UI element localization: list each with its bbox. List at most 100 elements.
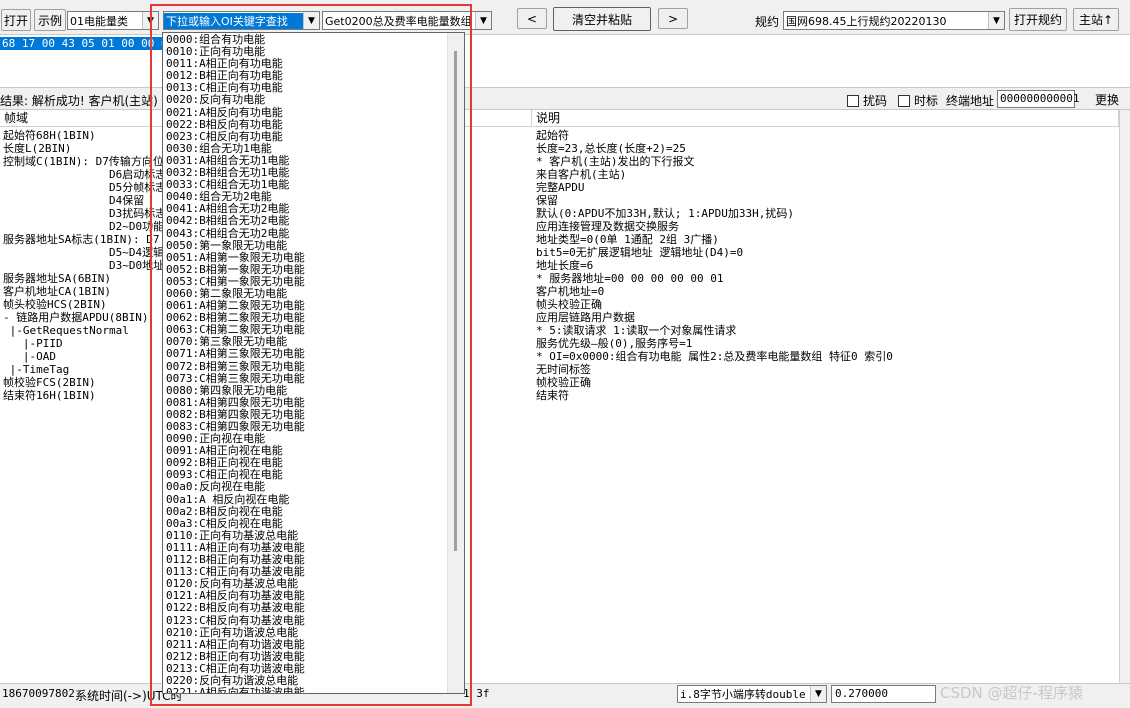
description-row[interactable]: 帧校验正确 <box>536 376 1116 389</box>
description-row[interactable]: 应用连接管理及数据交换服务 <box>536 220 1116 233</box>
description-row[interactable]: 长度=23,总长度(长度+2)=25 <box>536 142 1116 155</box>
protocol-select[interactable]: 国网698.45上行规约20220130 ▼ <box>783 11 1005 30</box>
frame-field-row[interactable]: 起始符68H(1BIN) <box>3 129 153 142</box>
description-row[interactable]: 地址长度=6 <box>536 259 1116 272</box>
description-row[interactable]: * 5:读取请求 1:读取一个对象属性请求 <box>536 324 1116 337</box>
description-row[interactable]: 帧头校验正确 <box>536 298 1116 311</box>
description-row[interactable]: * 服务器地址=00 00 00 00 00 01 <box>536 272 1116 285</box>
frame-field-row[interactable]: 服务器地址SA标志(1BIN): D7 <box>3 233 159 246</box>
description-row[interactable]: 客户机地址=0 <box>536 285 1116 298</box>
description-row[interactable]: 服务优先级—般(0),服务序号=1 <box>536 337 1116 350</box>
example-button[interactable]: 示例 <box>34 9 66 31</box>
chevron-down-icon: ▼ <box>988 12 1004 29</box>
description-row[interactable]: 来自客户机(主站) <box>536 168 1116 181</box>
dropdown-item[interactable]: 0210:正向有功谐波总电能 <box>163 626 445 639</box>
frame-field-row[interactable]: D5分帧标志位 <box>3 181 177 194</box>
protocol-select-value: 国网698.45上行规约20220130 <box>786 14 947 28</box>
frame-field-row[interactable]: D6启动标志位 <box>3 168 177 181</box>
frame-field-row[interactable]: 结束符16H(1BIN) <box>3 389 153 402</box>
dropdown-item[interactable]: 0073:C相第三象限无功电能 <box>163 372 445 385</box>
description-row[interactable]: bit5=0无扩展逻辑地址 逻辑地址(D4)=0 <box>536 246 1116 259</box>
dropdown-items: 0000:组合有功电能 0010:正向有功电能 0011:A相正向有功电能 0012:… <box>163 33 445 693</box>
dropdown-item[interactable]: 0051:A相第一象限无功电能 <box>163 251 445 264</box>
dropdown-item[interactable]: 0122:B相反向有功基波电能 <box>163 602 445 614</box>
chevron-down-icon: ▼ <box>142 12 158 29</box>
description-row[interactable]: 结束符 <box>536 389 1116 402</box>
checkbox-icon <box>898 95 910 107</box>
dropdown-item[interactable]: 0050:第一象限无功电能 <box>163 239 445 252</box>
frame-field-row[interactable]: D3~D0地址长 <box>3 259 175 272</box>
description-row[interactable]: 无时间标签 <box>536 363 1116 376</box>
disturb-checkbox[interactable]: 扰码 <box>847 92 887 109</box>
dropdown-item[interactable]: 00a1:A 相反向视在电能 <box>163 493 445 506</box>
dropdown-item[interactable]: 0071:A相第三象限无功电能 <box>163 348 445 360</box>
get-service-select[interactable]: Get0200总及费率电能量数组 ▼ <box>322 11 492 30</box>
terminal-address-input[interactable]: 000000000001 <box>997 90 1079 108</box>
frame-field-row[interactable]: D3扰码标志位 <box>3 207 177 220</box>
get-service-select-value: Get0200总及费率电能量数组 <box>325 14 472 28</box>
status-phone: 18670097802 <box>2 687 75 700</box>
parse-result: 结果: 解析成功! 客户机(主站) <box>0 94 158 108</box>
frame-field-row[interactable]: 服务器地址SA(6BIN) <box>3 272 153 285</box>
frame-field-row[interactable]: D2~D0功能码 <box>3 220 175 233</box>
open-protocol-button[interactable]: 打开规约 <box>1009 8 1067 31</box>
frame-field-row[interactable]: |-OAD <box>3 350 153 363</box>
dropdown-item[interactable]: 0072:B相第三象限无功电能 <box>163 360 445 373</box>
description-row[interactable]: 保留 <box>536 194 1116 207</box>
example-select-value: 01电能量类 <box>70 14 128 28</box>
dropdown-scrollbar[interactable] <box>447 33 464 693</box>
table-scrollbar[interactable] <box>1119 110 1130 684</box>
frame-field-row[interactable]: |-GetRequestNormal <box>3 324 153 337</box>
description-row[interactable]: 地址类型=0(0单 1通配 2组 3广播) <box>536 233 1116 246</box>
frame-field-row[interactable]: 客户机地址CA(1BIN) <box>3 285 153 298</box>
protocol-label: 规约 <box>755 15 780 29</box>
frame-field-row[interactable]: - 链路用户数据APDU(8BIN) <box>3 311 153 324</box>
dropdown-item[interactable]: 0123:C相反向有功基波电能 <box>163 614 445 627</box>
description-row[interactable]: * OI=0x0000:组合有功电能 属性2:总及费率电能量数组 特征0 索引0 <box>536 350 1116 363</box>
convert-select[interactable]: i.8字节小端序转double ▼ <box>677 685 827 703</box>
description-row[interactable]: 默认(0:APDU不加33H,默认; 1:APDU加33H,扰码) <box>536 207 1116 220</box>
clear-and-paste-button[interactable]: 清空并粘贴 <box>553 7 651 31</box>
frame-field-row[interactable]: D5~D4逻辑地 <box>3 246 175 259</box>
keyword-dropdown-list[interactable]: 0000:组合有功电能 0010:正向有功电能 0011:A相正向有功电能 0012:… <box>162 32 465 694</box>
prev-button[interactable]: < <box>517 8 547 29</box>
chevron-down-icon: ▼ <box>810 686 826 702</box>
example-select[interactable]: 01电能量类 ▼ <box>67 11 159 30</box>
timestamp-label: 时标 <box>914 94 939 108</box>
description-row[interactable]: * 客户机(主站)发出的下行报文 <box>536 155 1116 168</box>
frame-field-row[interactable]: |-PIID <box>3 337 153 350</box>
frame-field-row[interactable]: |-TimeTag <box>3 363 153 376</box>
hex-input-value[interactable]: 68 17 00 43 05 01 00 00 00 <box>0 37 177 50</box>
dropdown-item[interactable]: 0221:A相反向有功谐波电能 <box>163 687 445 693</box>
timestamp-checkbox[interactable]: 时标 <box>898 92 938 109</box>
keyword-select[interactable]: 下拉或输入OI关键字查找 ▼ <box>163 11 320 30</box>
description-row[interactable]: 起始符 <box>536 129 1116 142</box>
dropdown-item[interactable]: 0080:第四象限无功电能 <box>163 384 445 397</box>
dropdown-item[interactable]: 00a0:反向视在电能 <box>163 481 445 493</box>
replace-button[interactable]: 更换 <box>1085 89 1129 109</box>
convert-value-input[interactable]: 0.270000 <box>831 685 936 703</box>
frame-field-row[interactable]: 帧头校验HCS(2BIN) <box>3 298 153 311</box>
status-hex-tail: 1 3f <box>463 687 490 700</box>
dropdown-item[interactable]: 0042:B相组合无功2电能 <box>163 215 445 227</box>
frame-field-row[interactable]: 控制域C(1BIN): D7传输方向位 <box>3 155 164 168</box>
description-list: 起始符 长度=23,总长度(长度+2)=25 * 客户机(主站)发出的下行报文 来自客… <box>536 129 1116 402</box>
keyword-select-value[interactable]: 下拉或输入OI关键字查找 <box>164 12 303 29</box>
dropdown-item[interactable]: 0020:反向有功电能 <box>163 94 445 106</box>
dropdown-item[interactable]: 0211:A相正向有功谐波电能 <box>163 638 445 651</box>
master-station-button[interactable]: 主站↑ <box>1073 8 1119 31</box>
description-row[interactable]: 完整APDU <box>536 181 1116 194</box>
column-header-description[interactable]: 说明 <box>533 110 1119 127</box>
dropdown-item[interactable]: 0022:B相反向有功电能 <box>163 118 445 131</box>
next-button[interactable]: > <box>658 8 688 29</box>
frame-field-row[interactable]: 帧校验FCS(2BIN) <box>3 376 153 389</box>
dropdown-item[interactable]: 0043:C相组合无功2电能 <box>163 227 445 240</box>
dropdown-item[interactable]: 0021:A相反向有功电能 <box>163 106 445 119</box>
dropdown-scroll-thumb[interactable] <box>454 51 457 551</box>
description-row[interactable]: 应用层链路用户数据 <box>536 311 1116 324</box>
dropdown-item[interactable]: 00a2:B相反向视在电能 <box>163 505 445 518</box>
frame-field-row[interactable]: D4保留 <box>3 194 153 207</box>
watermark: CSDN @超仔-程序猿 <box>940 684 1083 702</box>
frame-field-row[interactable]: 长度L(2BIN) <box>3 142 153 155</box>
open-button[interactable]: 打开 <box>1 9 31 31</box>
